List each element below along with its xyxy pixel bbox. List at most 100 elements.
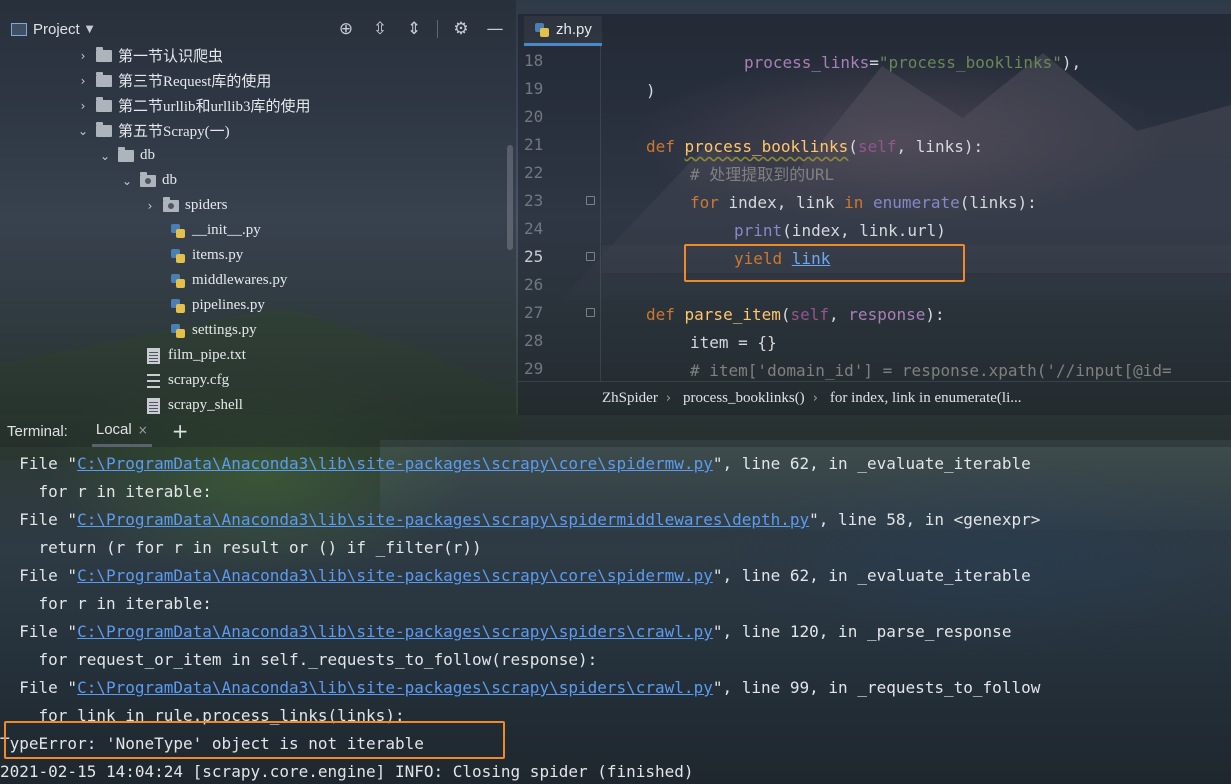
file-link[interactable]: C:\ProgramData\Anaconda3\lib\site-packag… [77,566,713,585]
line-number: 24 [524,219,544,238]
terminal-line: File "C:\ProgramData\Anaconda3\lib\site-… [0,566,1031,585]
tree-item-label: 第二节urllib和urllib3库的使用 [118,99,311,115]
tree-item-file[interactable]: middlewares.py [170,268,287,293]
close-icon[interactable]: × [138,423,148,437]
text-file-icon [147,347,160,364]
chevron-down-icon[interactable]: ⌄ [76,124,90,138]
folder-icon [118,146,134,162]
gear-icon[interactable]: ⚙ [450,18,472,40]
tree-item-file[interactable]: items.py [170,243,243,268]
fold-marker-icon[interactable] [586,196,595,205]
minimize-icon[interactable]: — [484,18,506,40]
terminal-line: File "C:\ProgramData\Anaconda3\lib\site-… [0,454,1031,473]
terminal-title: Terminal: [7,422,68,440]
tree-item-package[interactable]: ⌄ db [120,168,177,193]
fold-marker-icon[interactable] [586,252,595,261]
line-number-current: 25 [524,247,544,266]
code-line-25: yield link [602,245,1231,273]
tree-item-label: scrapy.cfg [168,372,230,388]
chevron-down-icon: ▼ [85,23,94,35]
tree-item-folder[interactable]: ⌄ db [98,143,155,168]
tree-item-package[interactable]: › spiders [143,193,228,218]
terminal-line: return (r for r in result or () if _filt… [0,538,482,557]
code-editor: zh.py 18 19 20 21 22 23 24 25 26 27 28 2… [518,14,1231,415]
terminal-line: for r in iterable: [0,482,212,501]
tree-item-label: 第三节Request库的使用 [118,74,272,90]
code-line-29: # item['domain_id'] = response.xpath('//… [690,361,1172,380]
chevron-right-icon[interactable]: › [143,199,157,213]
code-line-27: def parse_item(self, response): [646,305,945,324]
tree-item-label: __init__.py [192,222,261,238]
tree-item-folder[interactable]: › 第一节认识爬虫 [76,43,223,68]
tab-label: zh.py [556,21,592,38]
project-view-selector[interactable]: Project ▼ [11,21,93,38]
package-icon [140,171,156,187]
line-number: 19 [524,79,544,98]
fold-marker-icon[interactable] [586,308,595,317]
code-line-22: # 处理提取到的URL [690,165,835,184]
expand-all-icon[interactable]: ⇳ [369,18,391,40]
breadcrumb-item[interactable]: process_booklinks() [671,390,813,407]
tree-item-file[interactable]: settings.py [170,318,257,343]
editor-tab-bar: zh.py [518,14,1231,46]
code-line-23: for index, link in enumerate(links): [690,193,1037,212]
tree-item-folder[interactable]: ⌄ 第五节Scrapy(一) [76,118,230,143]
add-icon[interactable]: + [172,419,189,443]
text-file-icon [147,397,160,414]
line-number: 29 [524,359,544,378]
tab-zh-py[interactable]: zh.py [524,16,602,46]
python-file-icon [170,323,186,339]
package-icon [163,196,179,212]
code-line-19: ) [646,81,656,100]
folder-icon [96,121,112,137]
tree-item-label: 第五节Scrapy(一) [118,124,230,140]
code-line-18: process_links="process_booklinks"), [744,53,1082,72]
chevron-down-icon[interactable]: ⌄ [120,174,134,188]
line-number: 27 [524,303,544,322]
tree-item-label: middlewares.py [192,272,288,288]
file-link[interactable]: C:\ProgramData\Anaconda3\lib\site-packag… [77,622,713,641]
chevron-right-icon[interactable]: › [76,49,90,63]
file-link[interactable]: C:\ProgramData\Anaconda3\lib\site-packag… [77,454,713,473]
tree-item-file[interactable]: __init__.py [170,218,261,243]
folder-icon [96,71,112,87]
collapse-all-icon[interactable]: ⇕ [403,18,425,40]
chevron-right-icon[interactable]: › [76,74,90,88]
chevron-down-icon[interactable]: ⌄ [98,149,112,163]
tree-item-file[interactable]: pipelines.py [170,293,265,318]
terminal-line: for request_or_item in self._requests_to… [0,650,598,669]
project-panel: Project ▼ ⊕ ⇳ ⇕ ⚙ — › 第一节认识爬虫 › 第三节Reque… [0,0,516,415]
tree-item-folder[interactable]: › 第三节Request库的使用 [76,68,271,93]
line-number: 18 [524,51,544,70]
line-number: 22 [524,163,544,182]
terminal-line: File "C:\ProgramData\Anaconda3\lib\site-… [0,678,1041,697]
project-toolbar: ⊕ ⇳ ⇕ ⚙ — [335,14,506,44]
folder-icon [96,46,112,62]
breadcrumb-item[interactable]: for index, link in enumerate(li... [818,390,1030,407]
tree-item-file[interactable]: film_pipe.txt [147,343,246,368]
tree-item-label: film_pipe.txt [168,347,246,363]
chevron-right-icon[interactable]: › [76,99,90,113]
terminal-line: File "C:\ProgramData\Anaconda3\lib\site-… [0,510,1041,529]
file-link[interactable]: C:\ProgramData\Anaconda3\lib\site-packag… [77,510,809,529]
breadcrumb-item[interactable]: ZhSpider [518,390,666,407]
line-number: 26 [524,275,544,294]
target-icon[interactable]: ⊕ [335,18,357,40]
breadcrumb: ZhSpider › process_booklinks() › for ind… [518,381,1231,415]
line-number: 21 [524,135,544,154]
python-file-icon [534,22,550,38]
code-line-28: item = {} [690,333,777,352]
python-file-icon [170,248,186,264]
config-file-icon [147,373,160,388]
code-area[interactable]: process_links="process_booklinks"), ) de… [602,46,1231,381]
project-scrollbar[interactable] [507,145,513,250]
terminal-output[interactable]: File "C:\ProgramData\Anaconda3\lib\site-… [0,449,1231,784]
tree-item-file[interactable]: scrapy.cfg [147,368,229,393]
tree-item-folder[interactable]: › 第二节urllib和urllib3库的使用 [76,93,311,118]
project-header: Project ▼ ⊕ ⇳ ⇕ ⚙ — [0,14,516,44]
folder-icon [96,96,112,112]
tab-terminal-local[interactable]: Local × [91,415,152,447]
python-file-icon [170,298,186,314]
toolbar-divider [437,20,438,38]
file-link[interactable]: C:\ProgramData\Anaconda3\lib\site-packag… [77,678,713,697]
